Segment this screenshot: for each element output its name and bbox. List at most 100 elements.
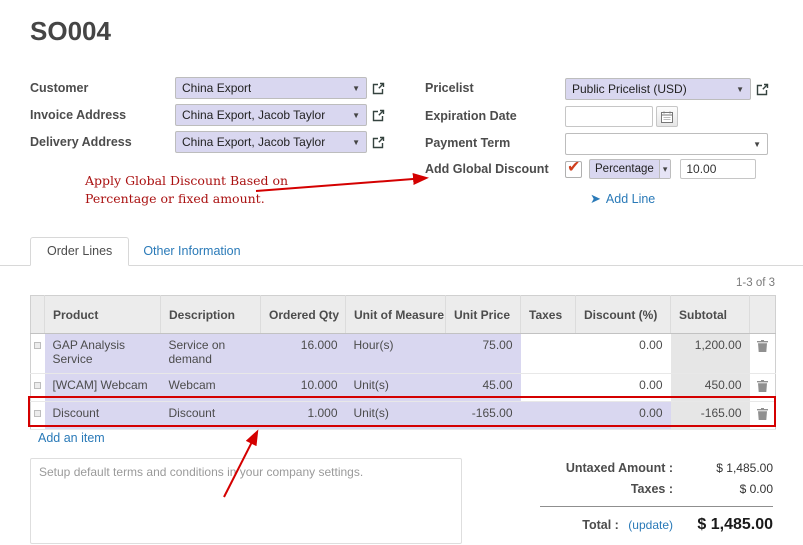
cell-description[interactable]: Discount — [161, 402, 261, 430]
column-header-handle — [31, 296, 45, 334]
customer-select[interactable]: China Export ▼ — [175, 77, 367, 99]
cell-price[interactable]: 45.00 — [446, 374, 521, 402]
drag-handle-icon[interactable] — [34, 342, 41, 349]
cell-discount[interactable]: 0.00 — [576, 334, 671, 374]
cell-taxes[interactable] — [521, 402, 576, 430]
cell-price[interactable]: -165.00 — [446, 402, 521, 430]
tab-other-information[interactable]: Other Information — [129, 238, 254, 265]
cell-description[interactable]: Webcam — [161, 374, 261, 402]
external-link-icon[interactable] — [372, 109, 385, 122]
payment-term-label: Payment Term — [425, 136, 510, 150]
invoice-address-select[interactable]: China Export, Jacob Taylor ▼ — [175, 104, 367, 126]
invoice-address-value: China Export, Jacob Taylor — [182, 108, 325, 122]
order-lines-table: Product Description Ordered Qty Unit of … — [30, 295, 776, 430]
external-link-icon[interactable] — [372, 82, 385, 95]
annotation-global-discount: Apply Global Discount Based on Percentag… — [85, 172, 300, 207]
cell-product[interactable]: GAP Analysis Service — [45, 334, 161, 374]
row-handle[interactable] — [31, 402, 45, 430]
delivery-address-label: Delivery Address — [30, 135, 132, 149]
expiration-date-label: Expiration Date — [425, 109, 517, 123]
table-row[interactable]: [WCAM] Webcam Webcam 10.000 Unit(s) 45.0… — [31, 374, 776, 402]
row-handle[interactable] — [31, 374, 45, 402]
cell-taxes[interactable] — [521, 334, 576, 374]
total-label: Total : — [582, 518, 619, 532]
column-header-product[interactable]: Product — [45, 296, 161, 334]
pricelist-value: Public Pricelist (USD) — [572, 82, 687, 96]
calendar-icon[interactable] — [656, 106, 678, 127]
checkmark-icon: ✔ — [567, 157, 580, 177]
customer-label: Customer — [30, 81, 88, 95]
column-header-discount[interactable]: Discount (%) — [576, 296, 671, 334]
chevron-down-icon: ▼ — [352, 111, 360, 120]
cell-description[interactable]: Service on demand — [161, 334, 261, 374]
untaxed-amount-label: Untaxed Amount : — [540, 461, 673, 475]
column-header-description[interactable]: Description — [161, 296, 261, 334]
update-total-link[interactable]: (update) — [628, 518, 673, 532]
chevron-down-icon: ▾ — [659, 160, 671, 178]
drag-handle-icon[interactable] — [34, 410, 41, 417]
cell-discount[interactable]: 0.00 — [576, 402, 671, 430]
table-header-row: Product Description Ordered Qty Unit of … — [31, 296, 776, 334]
column-header-subtotal[interactable]: Subtotal — [671, 296, 750, 334]
expiration-date-input[interactable] — [565, 106, 653, 127]
cell-uom[interactable]: Hour(s) — [346, 334, 446, 374]
chevron-down-icon: ▼ — [736, 85, 744, 94]
global-discount-label: Add Global Discount — [425, 162, 549, 176]
cell-subtotal: 450.00 — [671, 374, 750, 402]
totals-divider — [540, 506, 773, 507]
cell-taxes[interactable] — [521, 374, 576, 402]
add-line-link[interactable]: Add Line — [606, 192, 655, 206]
cell-qty[interactable]: 16.000 — [261, 334, 346, 374]
pager: 1-3 of 3 — [736, 277, 775, 289]
table-row-discount[interactable]: Discount Discount 1.000 Unit(s) -165.00 … — [31, 402, 776, 430]
column-header-uom[interactable]: Unit of Measure — [346, 296, 446, 334]
cell-subtotal: 1,200.00 — [671, 334, 750, 374]
invoice-address-label: Invoice Address — [30, 108, 126, 122]
cell-product[interactable]: Discount — [45, 402, 161, 430]
pricelist-label: Pricelist — [425, 81, 474, 95]
terms-textarea[interactable]: Setup default terms and conditions in yo… — [30, 458, 462, 544]
cell-uom[interactable]: Unit(s) — [346, 402, 446, 430]
add-an-item-link[interactable]: Add an item — [38, 431, 105, 445]
column-header-qty[interactable]: Ordered Qty — [261, 296, 346, 334]
page-title: SO004 — [30, 16, 111, 47]
notebook-tabs: Order Lines Other Information — [0, 237, 803, 266]
column-header-price[interactable]: Unit Price — [446, 296, 521, 334]
delivery-address-select[interactable]: China Export, Jacob Taylor ▼ — [175, 131, 367, 153]
cell-qty[interactable]: 1.000 — [261, 402, 346, 430]
annotation-line: Percentage or fixed amount. — [85, 190, 300, 208]
column-header-taxes[interactable]: Taxes — [521, 296, 576, 334]
payment-term-select[interactable]: ▼ — [565, 133, 768, 155]
taxes-value: $ 0.00 — [673, 482, 773, 496]
discount-type-value: Percentage — [590, 163, 659, 175]
delivery-address-value: China Export, Jacob Taylor — [182, 135, 325, 149]
chevron-down-icon: ▼ — [753, 140, 761, 149]
cell-product[interactable]: [WCAM] Webcam — [45, 374, 161, 402]
discount-type-select[interactable]: Percentage ▾ — [589, 159, 671, 179]
cell-uom[interactable]: Unit(s) — [346, 374, 446, 402]
tab-order-lines[interactable]: Order Lines — [30, 237, 129, 266]
annotation-line: Apply Global Discount Based on — [85, 172, 300, 190]
external-link-icon[interactable] — [372, 136, 385, 149]
cell-subtotal: -165.00 — [671, 402, 750, 430]
table-row[interactable]: GAP Analysis Service Service on demand 1… — [31, 334, 776, 374]
totals-panel: Untaxed Amount : $ 1,485.00 Taxes : $ 0.… — [540, 461, 773, 541]
customer-value: China Export — [182, 81, 251, 95]
sale-order-form: SO004 Customer Invoice Address Delivery … — [0, 0, 803, 545]
terms-placeholder: Setup default terms and conditions in yo… — [39, 465, 363, 479]
discount-amount-input[interactable] — [680, 159, 756, 179]
external-link-icon[interactable] — [756, 83, 769, 96]
cell-discount[interactable]: 0.00 — [576, 374, 671, 402]
arrow-right-icon: ➤ — [590, 191, 601, 207]
delete-row-icon[interactable] — [750, 374, 776, 402]
global-discount-checkbox[interactable]: ✔ — [565, 161, 582, 178]
delete-row-icon[interactable] — [750, 402, 776, 430]
delete-row-icon[interactable] — [750, 334, 776, 374]
total-value: $ 1,485.00 — [673, 516, 773, 534]
cell-price[interactable]: 75.00 — [446, 334, 521, 374]
pricelist-select[interactable]: Public Pricelist (USD) ▼ — [565, 78, 751, 100]
cell-qty[interactable]: 10.000 — [261, 374, 346, 402]
row-handle[interactable] — [31, 334, 45, 374]
chevron-down-icon: ▼ — [352, 84, 360, 93]
drag-handle-icon[interactable] — [34, 382, 41, 389]
